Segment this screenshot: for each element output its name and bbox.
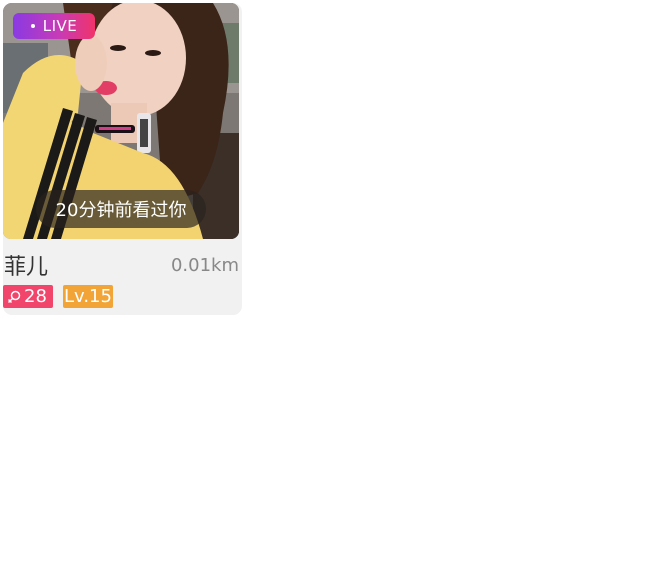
distance-label: 0.01km bbox=[170, 255, 239, 276]
gender-age-tag: 28 bbox=[3, 285, 53, 308]
level-value: Lv.15 bbox=[64, 286, 112, 307]
dot-icon bbox=[30, 24, 35, 28]
live-label: LIVE bbox=[42, 17, 78, 35]
recently-viewed-label: 20分钟前看过你 bbox=[36, 190, 206, 228]
user-card[interactable]: LIVE 20分钟前看过你 菲儿 0.01km 28 Lv.15 bbox=[3, 3, 242, 315]
user-photo[interactable]: LIVE 20分钟前看过你 bbox=[3, 3, 239, 239]
live-badge: LIVE bbox=[13, 13, 95, 39]
female-icon bbox=[7, 290, 21, 303]
age-value: 28 bbox=[24, 286, 47, 307]
level-tag: Lv.15 bbox=[63, 285, 113, 308]
user-name: 菲儿 bbox=[4, 255, 49, 280]
